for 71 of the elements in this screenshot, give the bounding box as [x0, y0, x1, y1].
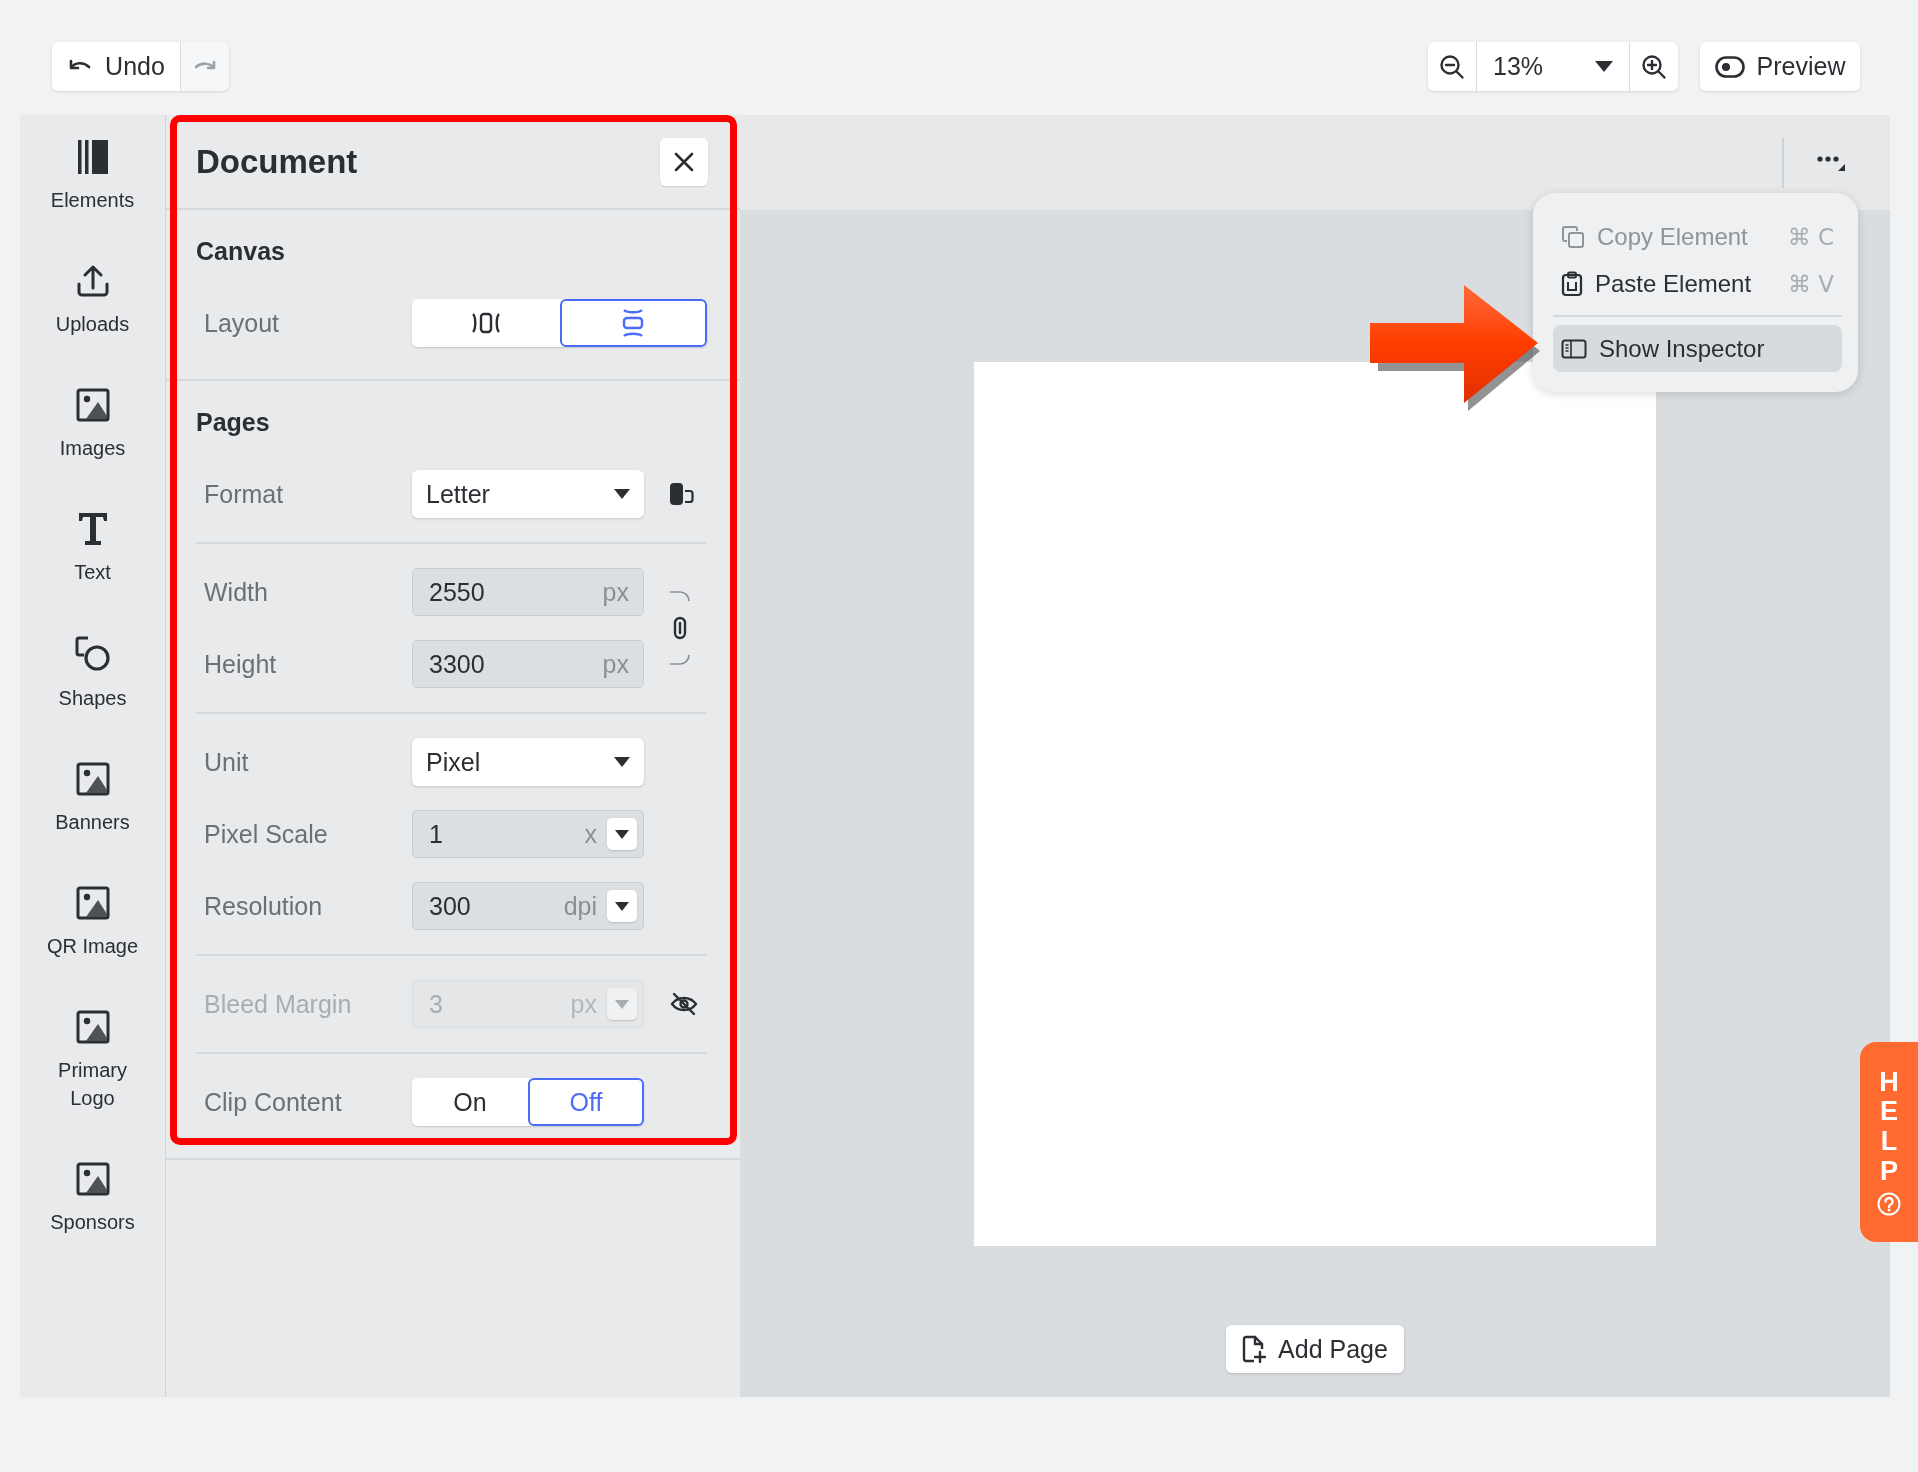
image-icon: [75, 886, 110, 920]
menu-item[interactable]: Show Inspector: [1553, 325, 1842, 372]
field-label: Unit: [204, 747, 250, 777]
section-title: Pages: [195, 407, 271, 437]
vertical-layout-icon: [622, 308, 645, 338]
number-field[interactable]: 2550 px: [412, 568, 644, 616]
caret-icon: [614, 489, 630, 499]
select-dropdown[interactable]: Pixel: [412, 738, 644, 786]
toggle-option[interactable]: Off: [528, 1078, 644, 1126]
preview-button[interactable]: Preview: [1700, 42, 1860, 91]
image-icon: [75, 1162, 110, 1196]
section-title: Canvas: [195, 236, 286, 266]
zoom-out-button[interactable]: [1428, 42, 1476, 91]
clipboard-icon: [1561, 270, 1583, 297]
zoom-out-icon: [1439, 53, 1465, 80]
toggle-option[interactable]: On: [412, 1078, 528, 1126]
sidebar-item[interactable]: Uploads: [20, 239, 165, 363]
field-label: Width: [204, 577, 269, 607]
question-icon: [1877, 1192, 1901, 1217]
text-icon: [77, 512, 108, 546]
sidebar-item[interactable]: Banners: [20, 737, 165, 861]
image-icon: [75, 762, 110, 796]
eye-icon: [1714, 55, 1745, 78]
caret-icon: [614, 757, 630, 767]
sidebar-item[interactable]: Shapes: [20, 611, 165, 737]
sidebar-item[interactable]: Images: [20, 363, 165, 487]
image-icon: [75, 388, 110, 422]
add-page-button[interactable]: Add Page: [1226, 1325, 1404, 1373]
number-field[interactable]: 3300 px: [412, 640, 644, 688]
panel-title: Document: [196, 142, 358, 181]
number-field[interactable]: 1 x: [412, 810, 644, 858]
shapes-icon: [74, 636, 111, 672]
close-icon: [674, 151, 694, 172]
orientation-icon[interactable]: [670, 483, 694, 505]
zoom-in-button[interactable]: [1630, 42, 1678, 91]
add-page-icon: [1242, 1335, 1267, 1363]
eye-slash-icon[interactable]: [670, 992, 698, 1016]
sidebar-item[interactable]: Sponsors: [20, 1137, 165, 1261]
select-dropdown[interactable]: Letter: [412, 470, 644, 518]
sidebar-panel-icon: [1561, 338, 1587, 359]
upload-icon: [75, 264, 110, 298]
field-label: Layout: [204, 308, 281, 338]
sidebar-item[interactable]: Text: [20, 487, 165, 611]
more-icon: [1816, 154, 1846, 171]
zoom-in-icon: [1641, 53, 1667, 80]
number-field[interactable]: 300 dpi: [412, 882, 644, 930]
sidebar-item[interactable]: Primary Logo: [20, 985, 165, 1137]
caret-icon: [615, 829, 629, 839]
close-button[interactable]: [660, 137, 708, 186]
link-icon[interactable]: [668, 591, 692, 665]
horizontal-layout-icon: [470, 312, 501, 334]
image-icon: [75, 1010, 110, 1044]
field-label: Bleed Margin: [204, 989, 353, 1019]
unit-dropdown-button[interactable]: [607, 890, 637, 922]
field-label: Height: [204, 649, 278, 679]
field-label: Format: [204, 479, 285, 509]
caret-icon: [1595, 61, 1613, 72]
field-label: Clip Content: [204, 1087, 343, 1117]
sidebar-item[interactable]: QR Image: [20, 861, 165, 985]
caret-icon: [615, 901, 629, 911]
zoom-dropdown[interactable]: 13%: [1477, 42, 1629, 91]
field-label: Pixel Scale: [204, 819, 329, 849]
columns-icon: [77, 140, 108, 174]
copy-icon: [1561, 224, 1585, 249]
menu-item[interactable]: Paste Element ⌘ V: [1553, 260, 1842, 307]
sidebar-item[interactable]: Elements: [20, 115, 165, 239]
unit-dropdown-button[interactable]: [607, 818, 637, 850]
caret-icon: [615, 999, 629, 1009]
field-label: Resolution: [204, 891, 324, 921]
layout-option[interactable]: [412, 299, 560, 347]
undo-button[interactable]: Undo: [52, 42, 180, 91]
